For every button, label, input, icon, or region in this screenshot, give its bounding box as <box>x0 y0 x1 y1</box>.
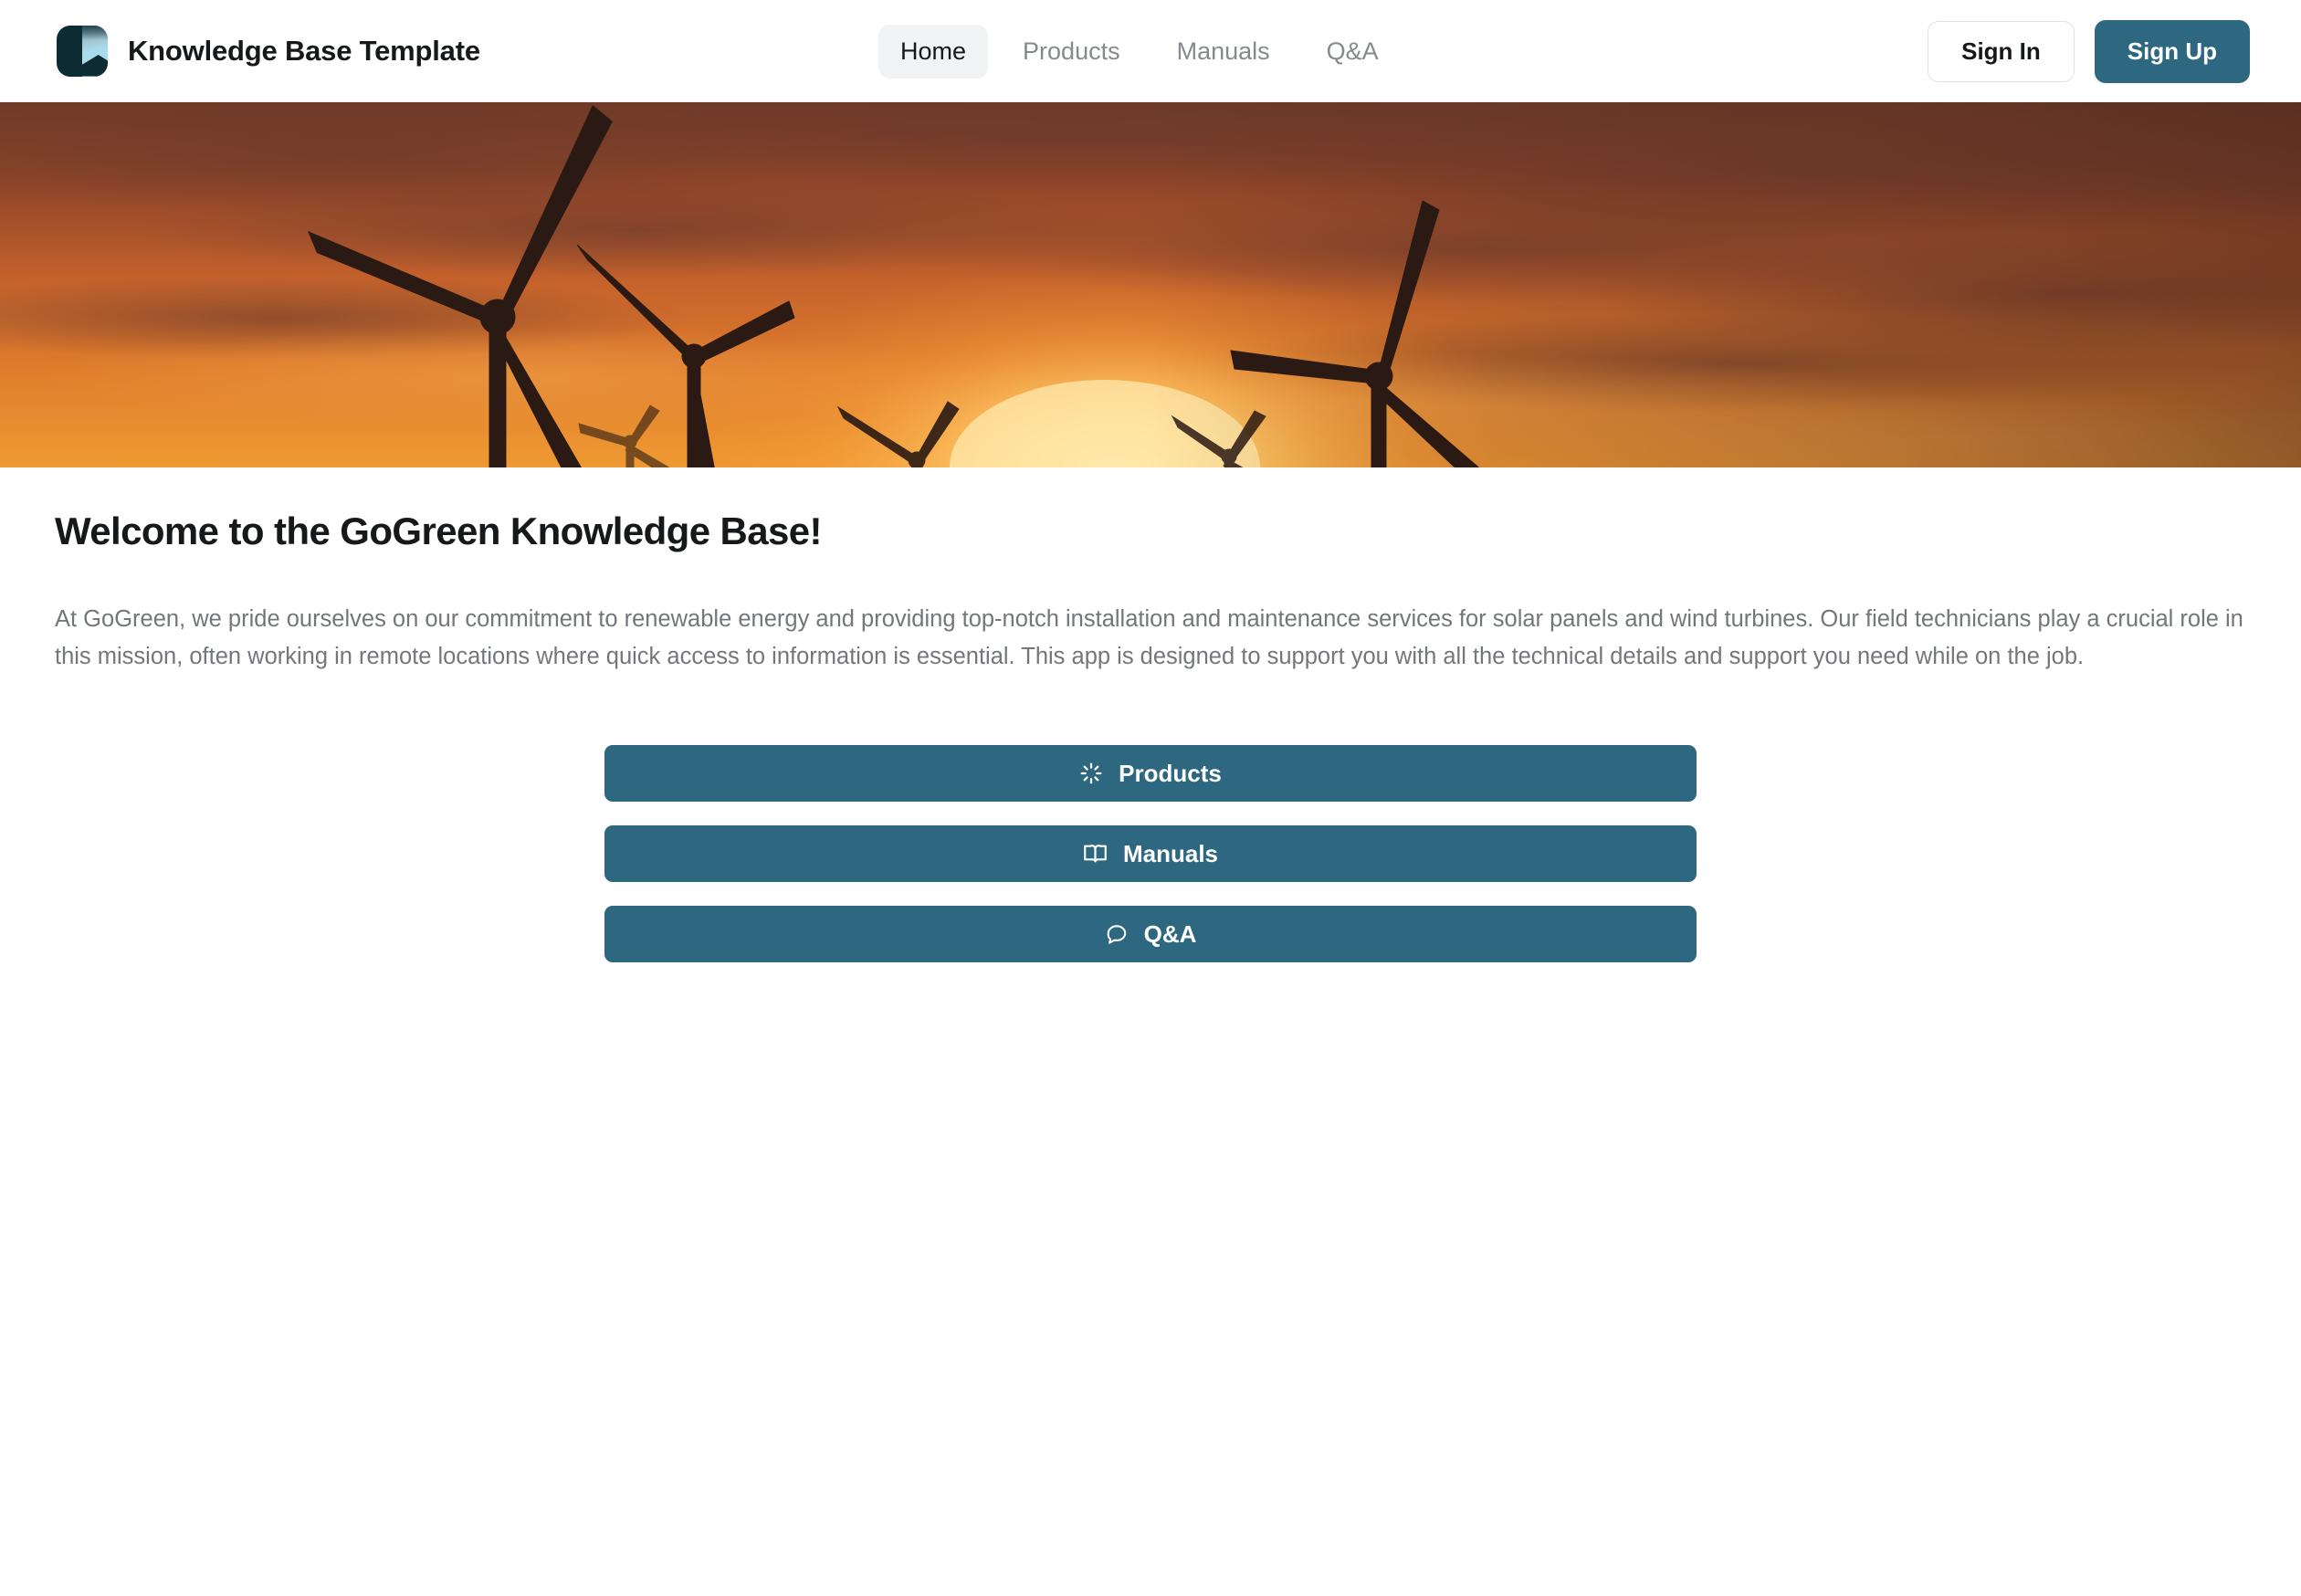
cta-button-stack: Products Manuals Q&A <box>55 745 2246 962</box>
knowledge-base-logo-icon <box>57 25 108 77</box>
products-button[interactable]: Products <box>604 745 1697 802</box>
page-title: Welcome to the GoGreen Knowledge Base! <box>55 509 823 552</box>
main-nav: Home Products Manuals Q&A <box>878 0 1401 102</box>
qa-button[interactable]: Q&A <box>604 906 1697 962</box>
sign-in-button[interactable]: Sign In <box>1928 20 2075 82</box>
sun-rays-icon <box>1079 761 1103 785</box>
nav-item-products[interactable]: Products <box>1001 25 1142 79</box>
nav-item-qa[interactable]: Q&A <box>1305 25 1401 79</box>
sign-up-button[interactable]: Sign Up <box>2094 19 2250 83</box>
nav-item-home[interactable]: Home <box>878 24 989 79</box>
manuals-button[interactable]: Manuals <box>604 825 1697 882</box>
qa-button-label: Q&A <box>1143 919 1197 948</box>
open-book-icon <box>1083 842 1108 866</box>
intro-paragraph: At GoGreen, we pride ourselves on our co… <box>55 606 2243 669</box>
auth-actions: Sign In Sign Up <box>1928 0 2250 102</box>
main-content: Welcome to the GoGreen Knowledge Base! A… <box>0 509 2301 962</box>
app-header: Knowledge Base Template Home Products Ma… <box>0 0 2301 102</box>
brand-title: Knowledge Base Template <box>128 34 480 67</box>
manuals-button-label: Manuals <box>1122 839 1219 867</box>
speech-bubble-icon <box>1105 922 1129 946</box>
nav-item-manuals[interactable]: Manuals <box>1155 25 1292 79</box>
products-button-label: Products <box>1119 759 1222 787</box>
brand: Knowledge Base Template <box>57 25 480 77</box>
hero-banner-image <box>0 102 2301 467</box>
